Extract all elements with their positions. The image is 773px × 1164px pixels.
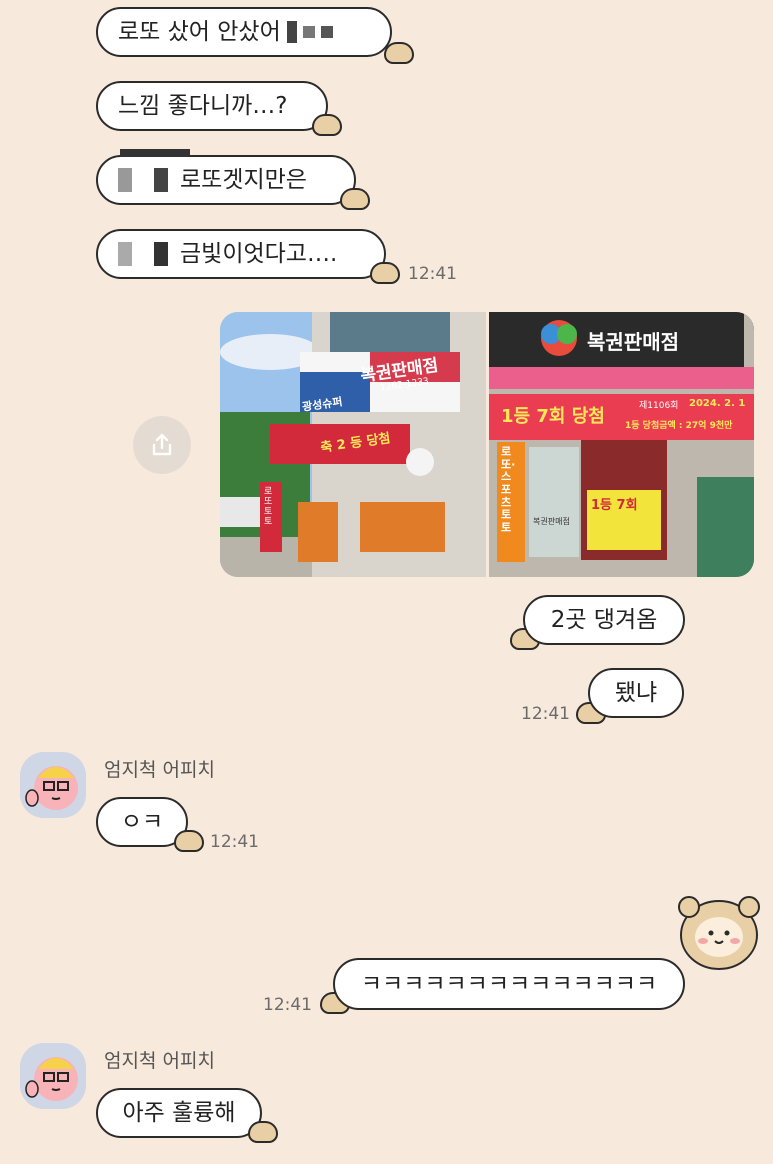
- message-text: 로또겟지만은: [180, 166, 307, 193]
- message-bubble[interactable]: 금빛이엇다고….: [96, 229, 386, 279]
- photo-pole-text: 로또·스포츠토토: [501, 445, 516, 534]
- photo-round-text: 제1106회: [639, 401, 679, 411]
- censor-mark: [118, 242, 172, 266]
- photo-lottery-shop-right[interactable]: 복권판매점 제1106회 2024. 2. 1 1등 7회 당첨 1등 당첨금액…: [489, 312, 754, 577]
- sender-name: 엄지척 어피치: [104, 759, 215, 781]
- message-text: ㅇㅋ: [120, 808, 164, 835]
- photo-lottery-shop-left[interactable]: 복권판매점 광성슈퍼 1262-1233 축 2 등 당첨 로또 토토: [220, 312, 486, 577]
- timestamp: 12:41: [210, 832, 259, 852]
- photo-pole-text: 로또 토토: [264, 487, 273, 527]
- message-text: 로또 샀어 안샀어: [118, 18, 281, 45]
- photo-window-text: 1등 7회: [591, 498, 638, 513]
- message-text: 금빛이엇다고….: [180, 240, 338, 267]
- bear-icon: [678, 896, 760, 970]
- censor-mark: [118, 149, 190, 192]
- censor-mark: [286, 21, 333, 43]
- timestamp: 12:41: [263, 995, 312, 1015]
- peach-icon: [20, 752, 86, 818]
- peach-avatar[interactable]: [20, 752, 86, 818]
- share-icon: [152, 433, 172, 456]
- photo-banner-main: 1등 7회 당첨: [501, 406, 605, 427]
- message-bubble[interactable]: ㅋㅋㅋㅋㅋㅋㅋㅋㅋㅋㅋㅋㅋㅋ: [333, 958, 685, 1010]
- photo-door-text: 복권판매점: [533, 517, 570, 526]
- photo-sign-text: 복권판매점: [587, 330, 679, 354]
- message-text: 느낌 좋다니까…?: [118, 92, 288, 119]
- bear-sticker[interactable]: [675, 893, 763, 975]
- message-text: 아주 훌륭해: [122, 1099, 236, 1126]
- paw-decoration: [370, 262, 400, 284]
- paw-decoration: [312, 114, 342, 136]
- sender-name: 엄지척 어피치: [104, 1050, 215, 1072]
- message-text: 됐냐: [614, 679, 658, 706]
- share-button[interactable]: [133, 416, 191, 474]
- photo-banner-sub: 1등 당첨금액 : 27억 9천만: [625, 421, 733, 431]
- peach-avatar[interactable]: [20, 1043, 86, 1109]
- paw-decoration: [384, 42, 414, 64]
- paw-decoration: [340, 188, 370, 210]
- photo-date-text: 2024. 2. 1: [689, 398, 746, 409]
- message-bubble[interactable]: 2곳 댕겨옴: [523, 595, 685, 645]
- paw-decoration: [174, 830, 204, 852]
- message-bubble[interactable]: 됐냐: [588, 668, 684, 718]
- timestamp: 12:41: [521, 704, 570, 724]
- message-bubble[interactable]: 로또겟지만은: [96, 149, 356, 205]
- message-bubble[interactable]: 아주 훌륭해: [96, 1088, 262, 1138]
- message-bubble[interactable]: 느낌 좋다니까…?: [96, 81, 328, 131]
- peach-icon: [20, 1043, 86, 1109]
- paw-decoration: [248, 1121, 278, 1143]
- timestamp: 12:41: [408, 264, 457, 284]
- message-text: ㅋㅋㅋㅋㅋㅋㅋㅋㅋㅋㅋㅋㅋㅋ: [360, 970, 658, 997]
- message-text: 2곳 댕겨옴: [550, 606, 658, 633]
- message-bubble[interactable]: 로또 샀어 안샀어: [96, 7, 392, 57]
